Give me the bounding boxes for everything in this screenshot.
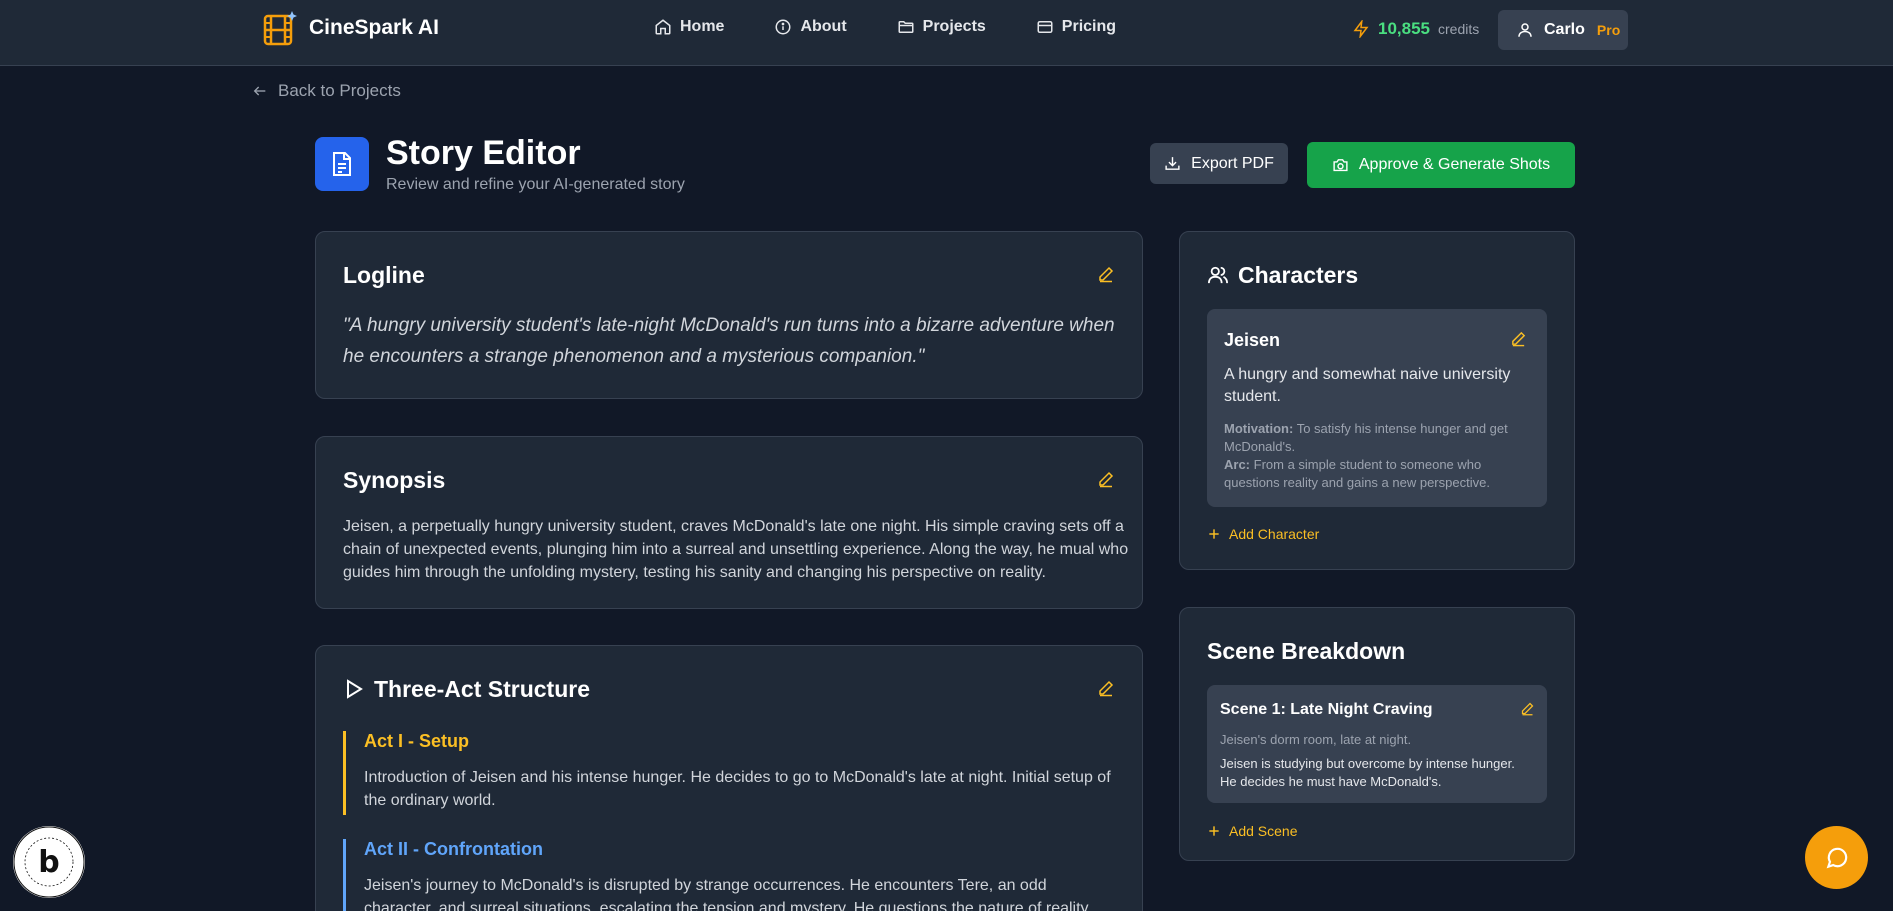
- brand-name: CineSpark AI: [309, 16, 439, 39]
- users-icon: [1207, 265, 1229, 285]
- scene-card: Scene 1: Late Night Craving Jeisen's dor…: [1207, 685, 1547, 803]
- main-nav: Home About Projects Pricing: [654, 18, 1166, 36]
- synopsis-text: Jeisen, a perpetually hungry university …: [343, 518, 1129, 581]
- add-scene-label: Add Scene: [1229, 823, 1298, 839]
- three-act-structure-card: Three-Act Structure Act I - Setup Introd…: [315, 645, 1143, 911]
- act-1: Act I - Setup Introduction of Jeisen and…: [343, 731, 1113, 815]
- scene-description: Jeisen is studying but overcome by inten…: [1220, 756, 1515, 789]
- add-character-button[interactable]: Add Character: [1207, 526, 1319, 542]
- nav-pricing[interactable]: Pricing: [1036, 18, 1116, 36]
- character-name: Jeisen: [1224, 330, 1281, 350]
- logline-card: Logline "A hungry university student's l…: [315, 231, 1143, 399]
- nav-home[interactable]: Home: [654, 18, 724, 36]
- scene-location: Jeisen's dorm room, late at night.: [1220, 732, 1412, 747]
- bolt-badge[interactable]: b: [13, 826, 85, 898]
- arc-label: Arc:: [1224, 457, 1251, 472]
- scene-title: Scene 1: Late Night Craving: [1220, 701, 1433, 718]
- camera-icon: [1332, 157, 1349, 174]
- synopsis-card: Synopsis Jeisen, a perpetually hungry un…: [315, 436, 1143, 609]
- page-title: Story Editor: [386, 134, 581, 172]
- motivation-label: Motivation:: [1224, 421, 1294, 436]
- home-icon: [654, 18, 672, 36]
- character-details: Motivation: To satisfy his intense hunge…: [1224, 420, 1534, 492]
- scene-breakdown-card: Scene Breakdown Scene 1: Late Night Crav…: [1179, 607, 1575, 861]
- logline-title: Logline: [343, 262, 425, 288]
- structure-title: Three-Act Structure: [374, 676, 590, 702]
- nav-projects[interactable]: Projects: [897, 18, 986, 36]
- approve-generate-shots-button[interactable]: Approve & Generate Shots: [1307, 142, 1575, 188]
- folder-icon: [897, 18, 915, 36]
- act-2-description: Jeisen's journey to McDonald's is disrup…: [364, 877, 1092, 911]
- edit-synopsis-icon[interactable]: [1097, 470, 1117, 490]
- logline-text: "A hungry university student's late-nigh…: [343, 315, 1115, 367]
- info-icon: [774, 18, 792, 36]
- credits-value: 10,855: [1378, 19, 1430, 38]
- approve-label: Approve & Generate Shots: [1358, 156, 1551, 173]
- chat-bubble-icon: [1824, 845, 1850, 871]
- nav-pricing-label: Pricing: [1061, 18, 1117, 35]
- export-pdf-label: Export PDF: [1191, 154, 1274, 172]
- act-2-title: Act II - Confrontation: [364, 839, 543, 859]
- synopsis-title: Synopsis: [343, 467, 446, 493]
- top-navbar: CineSpark AI Home About Projects Pricing: [0, 0, 1893, 66]
- edit-logline-icon[interactable]: [1097, 265, 1117, 285]
- user-name: Carlo: [1544, 21, 1585, 38]
- act-1-title: Act I - Setup: [364, 731, 470, 751]
- user-icon: [1516, 21, 1534, 39]
- scene-breakdown-title: Scene Breakdown: [1207, 638, 1406, 664]
- add-character-label: Add Character: [1229, 526, 1320, 542]
- credits-label: credits: [1438, 21, 1480, 37]
- user-plan-badge: Pro: [1596, 22, 1621, 38]
- chat-button[interactable]: [1805, 826, 1868, 889]
- svg-text:b: b: [38, 845, 59, 880]
- plus-icon: [1207, 824, 1221, 838]
- back-link-label: Back to Projects: [278, 81, 401, 100]
- user-menu-button[interactable]: Carlo Pro: [1498, 10, 1628, 50]
- nav-about-label: About: [800, 18, 847, 35]
- add-scene-button[interactable]: Add Scene: [1207, 823, 1298, 839]
- page-subtitle: Review and refine your AI-generated stor…: [386, 176, 685, 193]
- nav-about[interactable]: About: [774, 18, 847, 36]
- character-card: Jeisen A hungry and somewhat naive unive…: [1207, 309, 1547, 507]
- act-2: Act II - Confrontation Jeisen's journey …: [343, 839, 1113, 911]
- play-icon: [344, 678, 364, 700]
- character-description: A hungry and somewhat naive university s…: [1224, 366, 1511, 405]
- download-icon: [1164, 155, 1181, 172]
- characters-card: Characters Jeisen A hungry and somewhat …: [1179, 231, 1575, 570]
- edit-scene-icon[interactable]: [1520, 701, 1540, 721]
- arrow-left-icon: [252, 83, 268, 99]
- edit-character-icon[interactable]: [1510, 330, 1530, 350]
- nav-home-label: Home: [680, 18, 725, 35]
- document-icon: [315, 137, 369, 191]
- credit-card-icon: [1036, 18, 1054, 36]
- act-1-description: Introduction of Jeisen and his intense h…: [364, 769, 1111, 809]
- edit-structure-icon[interactable]: [1097, 679, 1117, 699]
- export-pdf-button[interactable]: Export PDF: [1150, 143, 1288, 184]
- credits-display: 10,855 credits: [1352, 19, 1479, 39]
- lightning-icon: [1352, 20, 1370, 38]
- back-to-projects-link[interactable]: Back to Projects: [252, 81, 401, 101]
- nav-projects-label: Projects: [922, 18, 986, 35]
- brand[interactable]: CineSpark AI: [263, 10, 439, 46]
- plus-icon: [1207, 527, 1221, 541]
- character-arc: From a simple student to someone who que…: [1224, 457, 1490, 490]
- film-sparkle-icon: [263, 10, 297, 46]
- characters-title: Characters: [1238, 262, 1359, 288]
